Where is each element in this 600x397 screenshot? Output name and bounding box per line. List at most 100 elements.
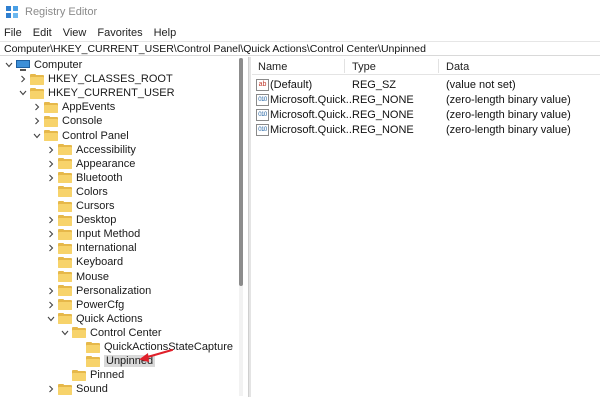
- tree-item[interactable]: Control Panel: [32, 129, 129, 143]
- tree-item[interactable]: Control Center: [60, 326, 162, 340]
- tree-item[interactable]: Keyboard: [46, 255, 123, 269]
- tree-item[interactable]: Quick Actions: [46, 312, 143, 326]
- folder-icon: [58, 200, 72, 212]
- tree-item-label: Pinned: [90, 369, 125, 382]
- chevron-down-icon[interactable]: [32, 129, 42, 143]
- chevron-down-icon[interactable]: [60, 326, 70, 340]
- tree-item-label: PowerCfg: [76, 298, 125, 311]
- menu-help[interactable]: Help: [154, 27, 177, 39]
- tree-item[interactable]: Cursors: [46, 199, 115, 213]
- tree-item-label: Console: [62, 115, 103, 128]
- folder-icon: [58, 242, 72, 254]
- value-data: (value not set): [446, 79, 516, 91]
- tree-item[interactable]: International: [46, 241, 137, 255]
- tree-item[interactable]: Accessibility: [46, 143, 136, 157]
- value-name: Microsoft.Quick...: [270, 109, 355, 121]
- tree-item[interactable]: HKEY_CLASSES_ROOT: [18, 72, 173, 86]
- chevron-right-icon[interactable]: [32, 114, 42, 128]
- tree-item-label: Computer: [34, 59, 83, 71]
- value-data: (zero-length binary value): [446, 124, 571, 136]
- value-row[interactable]: 010 Microsoft.Quick... REG_NONE (zero-lengt…: [252, 108, 600, 123]
- chevron-right-icon[interactable]: [46, 227, 56, 241]
- string-value-icon: ab: [256, 79, 269, 91]
- tree-item-label: Accessibility: [76, 143, 136, 156]
- binary-value-icon: 010: [256, 94, 269, 106]
- tree-item[interactable]: Personalization: [46, 284, 151, 298]
- tree-item[interactable]: Input Method: [46, 227, 140, 241]
- column-header-type[interactable]: Type: [352, 61, 376, 73]
- tree-scrollbar[interactable]: [236, 58, 246, 396]
- folder-icon: [30, 87, 44, 99]
- tree-item-label: Keyboard: [76, 256, 124, 269]
- tree-item[interactable]: Appearance: [46, 157, 135, 171]
- scrollbar-thumb[interactable]: [239, 58, 243, 286]
- folder-icon: [44, 130, 58, 141]
- tree-item-label: Sound: [76, 383, 108, 396]
- folder-icon: [58, 383, 72, 395]
- title-bar: Registry Editor: [0, 0, 600, 24]
- registry-editor-icon: [6, 5, 19, 19]
- column-header-name[interactable]: Name: [258, 61, 287, 73]
- pane-splitter[interactable]: [248, 57, 251, 397]
- chevron-right-icon[interactable]: [46, 171, 56, 185]
- tree-item-label: Quick Actions: [76, 312, 143, 325]
- chevron-down-icon[interactable]: [18, 86, 28, 100]
- value-type: REG_NONE: [352, 124, 414, 136]
- chevron-down-icon[interactable]: [46, 312, 56, 326]
- menu-bar: File Edit View Favorites Help: [0, 24, 600, 41]
- binary-value-icon: 010: [256, 124, 269, 136]
- folder-icon: [58, 158, 72, 170]
- chevron-right-icon[interactable]: [46, 157, 56, 171]
- value-data: (zero-length binary value): [446, 109, 571, 121]
- folder-icon: [72, 369, 86, 381]
- column-separator[interactable]: [438, 59, 439, 73]
- chevron-right-icon[interactable]: [46, 298, 56, 312]
- address-path[interactable]: Computer\HKEY_CURRENT_USER\Control Panel…: [4, 43, 426, 55]
- column-separator[interactable]: [344, 59, 345, 73]
- tree-item[interactable]: Colors: [46, 185, 108, 199]
- menu-file[interactable]: File: [4, 27, 22, 39]
- tree-item-label: Cursors: [76, 200, 115, 212]
- folder-icon: [44, 101, 58, 113]
- value-row[interactable]: 010 Microsoft.Quick... REG_NONE (zero-lengt…: [252, 93, 600, 108]
- menu-view[interactable]: View: [63, 27, 87, 39]
- chevron-right-icon[interactable]: [46, 143, 56, 157]
- tree-item[interactable]: Bluetooth: [46, 171, 122, 185]
- chevron-right-icon[interactable]: [46, 213, 56, 227]
- chevron-right-icon[interactable]: [18, 72, 28, 86]
- column-header-data[interactable]: Data: [446, 61, 469, 73]
- tree-item[interactable]: HKEY_CURRENT_USER: [18, 86, 175, 100]
- tree-item[interactable]: Desktop: [46, 213, 116, 227]
- tree-item-label: Desktop: [76, 214, 117, 227]
- folder-icon: [58, 186, 72, 198]
- value-row[interactable]: ab (Default) REG_SZ (value not set): [252, 78, 600, 93]
- tree-item[interactable]: PowerCfg: [46, 298, 124, 312]
- key-tree[interactable]: Computer HKEY_CLASSES_ROOT HKEY_CURRENT_US…: [0, 57, 248, 397]
- folder-icon: [58, 172, 72, 184]
- menu-favorites[interactable]: Favorites: [97, 27, 142, 39]
- tree-item[interactable]: AppEvents: [32, 100, 115, 114]
- tree-item-label: Control Center: [90, 326, 162, 339]
- tree-item-label: Control Panel: [62, 129, 129, 142]
- chevron-down-icon[interactable]: [4, 58, 14, 72]
- value-row[interactable]: 010 Microsoft.Quick... REG_NONE (zero-lengt…: [252, 123, 600, 138]
- value-type: REG_NONE: [352, 109, 414, 121]
- chevron-right-icon[interactable]: [46, 241, 56, 255]
- chevron-right-icon[interactable]: [46, 382, 56, 396]
- folder-icon: [58, 285, 72, 297]
- tree-item[interactable]: Sound: [46, 382, 108, 396]
- tree-item[interactable]: Console: [32, 114, 102, 128]
- values-list[interactable]: Name Type Data ab (Default) REG_SZ (value n…: [252, 57, 600, 397]
- address-bar[interactable]: Computer\HKEY_CURRENT_USER\Control Panel…: [0, 41, 600, 56]
- menu-edit[interactable]: Edit: [33, 27, 52, 39]
- chevron-right-icon[interactable]: [32, 100, 42, 114]
- tree-item[interactable]: Computer: [4, 58, 82, 72]
- tree-item-label: AppEvents: [62, 101, 116, 114]
- chevron-right-icon[interactable]: [46, 284, 56, 298]
- tree-item[interactable]: Mouse: [46, 270, 109, 284]
- tree-item-label: Bluetooth: [76, 171, 123, 184]
- tree-item[interactable]: Pinned: [60, 368, 124, 382]
